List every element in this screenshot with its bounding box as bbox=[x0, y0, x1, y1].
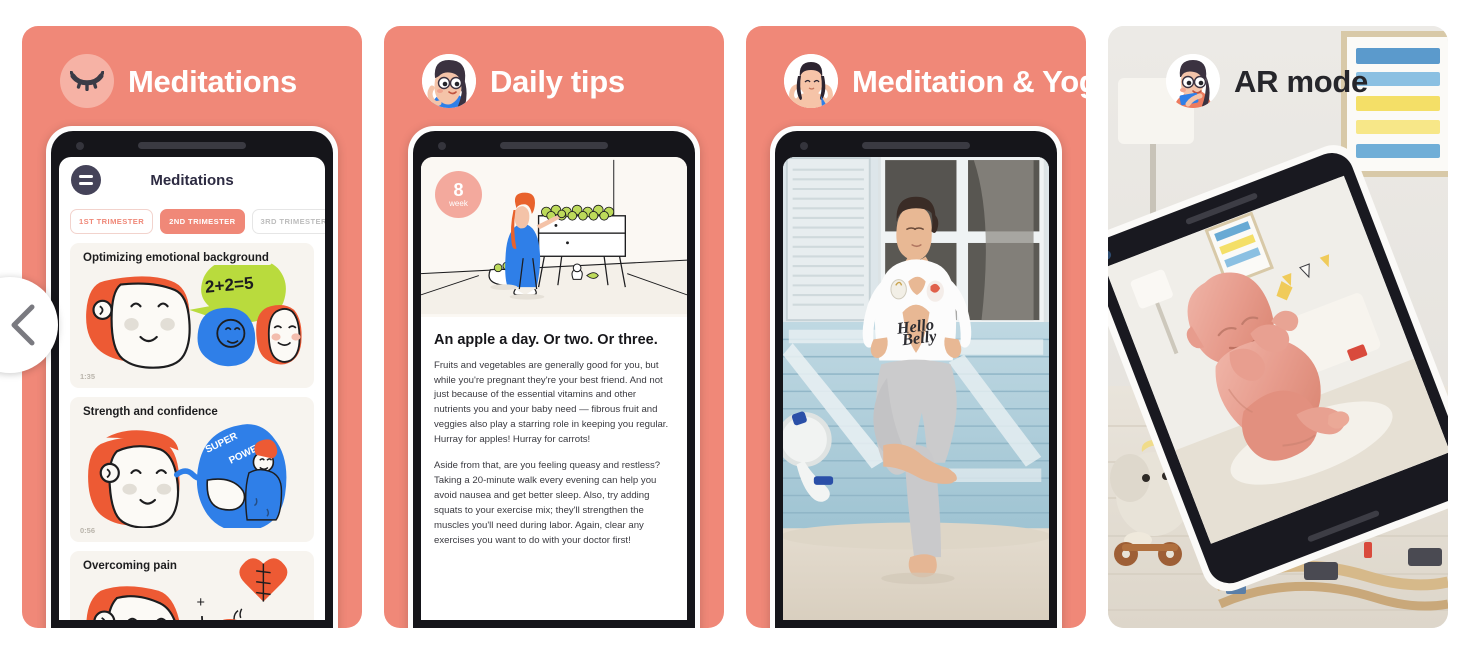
list-item[interactable]: Optimizing emotional background 2+2=5 1:… bbox=[70, 243, 314, 388]
card-header: Daily tips bbox=[384, 26, 724, 118]
app-screenshots-carousel: Meditations Meditations 1ST TRIMESTER 2N… bbox=[0, 0, 1470, 650]
closed-eye-icon bbox=[60, 54, 114, 108]
week-badge: 8 week bbox=[435, 171, 482, 218]
svg-text:2+2=5: 2+2=5 bbox=[204, 272, 255, 296]
screenshot-card-meditations[interactable]: Meditations Meditations 1ST TRIMESTER 2N… bbox=[22, 26, 362, 628]
phone-body: 8 week An apple a day. Or two. Or three.… bbox=[413, 131, 695, 628]
list-item[interactable]: Strength and confidence SUPER POWER 0:56 bbox=[70, 397, 314, 542]
tip-paragraph: Aside from that, are you feeling queasy … bbox=[434, 460, 661, 547]
svg-text:+: + bbox=[197, 595, 205, 611]
tab-3rd-trimester[interactable]: 3RD TRIMESTER bbox=[251, 209, 325, 234]
tip-article: An apple a day. Or two. Or three. Fruits… bbox=[421, 317, 687, 620]
phone-mockup: Meditations 1ST TRIMESTER 2ND TRIMESTER … bbox=[46, 126, 338, 628]
screenshot-card-ar-mode[interactable]: AR mode bbox=[1108, 26, 1448, 628]
phone-camera bbox=[76, 142, 84, 150]
woman-meditating-icon bbox=[784, 54, 838, 108]
card-title: Meditation & Yoga bbox=[852, 63, 1086, 99]
phone-speaker bbox=[138, 142, 246, 149]
card-title: Meditations bbox=[128, 63, 297, 99]
tip-headline: An apple a day. Or two. Or three. bbox=[434, 332, 658, 348]
phone-speaker bbox=[862, 142, 970, 149]
meditation-duration: 1:35 bbox=[80, 372, 96, 381]
woman-holding-phone-icon bbox=[1166, 54, 1220, 108]
yoga-pose-photo: Hello Belly bbox=[783, 157, 1049, 620]
phone-mockup: Hello Belly bbox=[770, 126, 1062, 628]
chevron-left-icon bbox=[11, 304, 35, 346]
week-label: week bbox=[449, 199, 468, 208]
woman-avatar-icon bbox=[422, 54, 476, 108]
phone-body: Hello Belly bbox=[775, 131, 1057, 628]
phone-mockup: 8 week An apple a day. Or two. Or three.… bbox=[408, 126, 700, 628]
hamburger-menu-icon[interactable] bbox=[71, 165, 101, 195]
meditation-title: Optimizing emotional background bbox=[80, 251, 272, 265]
tip-paragraph: Fruits and vegetables are generally good… bbox=[434, 359, 669, 446]
card-header: Meditations bbox=[22, 26, 362, 118]
phone-body: Meditations 1ST TRIMESTER 2ND TRIMESTER … bbox=[51, 131, 333, 628]
card-title: Daily tips bbox=[490, 63, 625, 99]
screenshot-card-daily-tips[interactable]: Daily tips 8 week An apple a day. Or two… bbox=[384, 26, 724, 628]
carousel-track: Meditations Meditations 1ST TRIMESTER 2N… bbox=[0, 0, 1470, 650]
card-header: AR mode bbox=[1108, 26, 1448, 118]
trimester-tabs: 1ST TRIMESTER 2ND TRIMESTER 3RD TRIMESTE… bbox=[59, 203, 325, 243]
app-topbar: Meditations bbox=[59, 157, 325, 203]
app-screen-meditations: Meditations 1ST TRIMESTER 2ND TRIMESTER … bbox=[59, 157, 325, 620]
tip-hero-illustration: 8 week bbox=[421, 157, 687, 317]
meditation-title: Overcoming pain bbox=[80, 559, 180, 573]
week-number: 8 bbox=[453, 180, 464, 200]
list-item[interactable]: Overcoming pain + bbox=[70, 551, 314, 620]
meditation-list: Optimizing emotional background 2+2=5 1:… bbox=[59, 243, 325, 620]
app-screen-daily-tips: 8 week An apple a day. Or two. Or three.… bbox=[421, 157, 687, 620]
phone-camera bbox=[800, 142, 808, 150]
phone-speaker bbox=[500, 142, 608, 149]
phone-camera bbox=[438, 142, 446, 150]
card-header: Meditation & Yoga bbox=[746, 26, 1086, 118]
tab-2nd-trimester[interactable]: 2ND TRIMESTER bbox=[160, 209, 245, 234]
card-title: AR mode bbox=[1234, 63, 1368, 99]
meditation-title: Strength and confidence bbox=[80, 405, 221, 419]
screenshot-card-meditation-yoga[interactable]: Meditation & Yoga bbox=[746, 26, 1086, 628]
meditation-duration: 0:56 bbox=[80, 526, 96, 535]
tab-1st-trimester[interactable]: 1ST TRIMESTER bbox=[70, 209, 154, 234]
app-screen-yoga-photo: Hello Belly bbox=[783, 157, 1049, 620]
